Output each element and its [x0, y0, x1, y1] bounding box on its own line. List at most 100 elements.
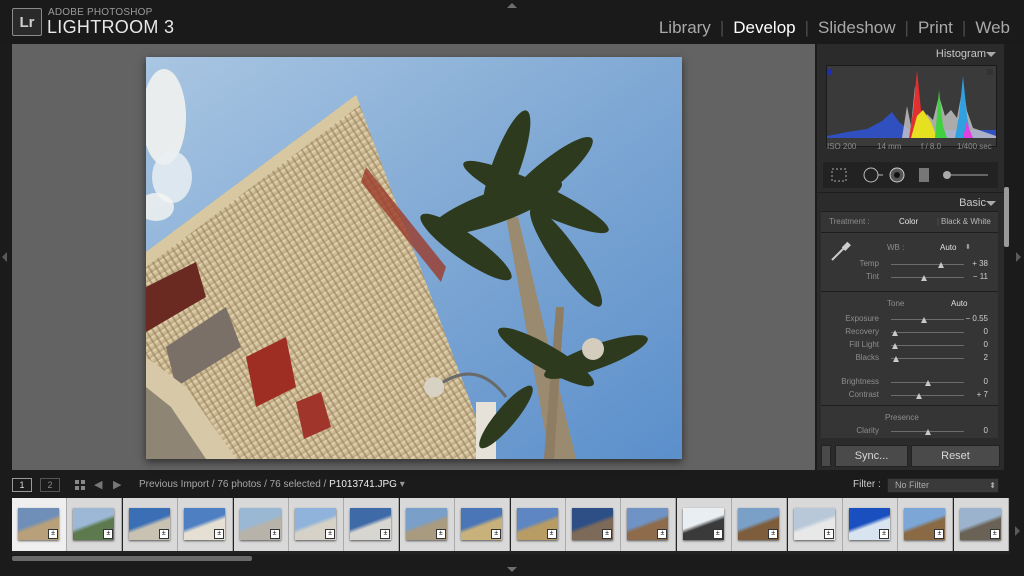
photo-preview[interactable] — [146, 57, 682, 459]
filmstrip-thumbnail[interactable]: ± — [455, 498, 511, 551]
current-filename: P1013741.JPG — [329, 479, 397, 490]
filmstrip-thumbnail[interactable]: ± — [344, 498, 400, 551]
slider-label: Recovery — [845, 327, 879, 336]
slider-value[interactable]: − 0.55 — [966, 314, 988, 323]
develop-adjusted-badge-icon: ± — [602, 529, 612, 539]
filmstrip-thumbnail[interactable]: ± — [566, 498, 621, 551]
filename-dropdown-icon[interactable]: ▾ — [397, 479, 405, 490]
filmstrip-thumbnail[interactable]: ± — [289, 498, 344, 551]
collapse-icon[interactable] — [986, 52, 996, 57]
slider-track[interactable] — [891, 332, 964, 333]
slider-value[interactable]: 0 — [984, 340, 988, 349]
previous-arrow-icon[interactable]: ◀ — [94, 478, 102, 491]
red-eye-icon[interactable] — [889, 167, 905, 183]
wb-dropdown[interactable]: Auto — [940, 243, 956, 252]
slider-row-temp[interactable]: Temp + 38 — [821, 259, 998, 271]
filmstrip-thumbnail[interactable]: ± — [233, 498, 289, 551]
filmstrip-thumbnail[interactable]: ± — [399, 498, 455, 551]
wb-dropdown-icon[interactable]: ⬍ — [965, 243, 971, 251]
slider-value[interactable]: + 7 — [977, 390, 988, 399]
histogram-graph[interactable] — [826, 65, 997, 147]
reset-button[interactable]: Reset — [911, 445, 1000, 467]
tone-auto-button[interactable]: Auto — [951, 299, 967, 308]
filmstrip-thumbnail[interactable]: ± — [621, 498, 677, 551]
collapse-icon[interactable] — [986, 201, 996, 206]
top-panel-toggle-icon[interactable] — [507, 3, 517, 8]
slider-thumb[interactable] — [937, 262, 944, 268]
slider-row-tint[interactable]: Tint − 11 — [821, 272, 998, 284]
histogram-header[interactable]: Histogram — [817, 44, 1004, 64]
slider-row-exposure[interactable]: Exposure − 0.55 — [821, 314, 998, 326]
filter-dropdown[interactable]: No Filter ⬍ — [887, 478, 999, 493]
slider-track[interactable] — [891, 345, 964, 346]
filmstrip-thumbnail[interactable]: ± — [178, 498, 234, 551]
filmstrip-thumbnail[interactable]: ± — [898, 498, 954, 551]
treatment-label: Treatment : — [829, 217, 870, 226]
slider-row-fill-light[interactable]: Fill Light 0 — [821, 340, 998, 352]
filmstrip-thumbnail[interactable]: ± — [732, 498, 788, 551]
graduated-filter-icon[interactable] — [919, 168, 929, 182]
grid-view-icon[interactable] — [75, 480, 85, 490]
filmstrip-thumbnail[interactable]: ± — [676, 498, 732, 551]
slider-thumb[interactable] — [924, 380, 931, 386]
filmstrip-thumbnail[interactable]: ± — [122, 498, 178, 551]
slider-track[interactable] — [891, 264, 964, 265]
treatment-color-option[interactable]: Color — [899, 217, 918, 226]
thumbnail-image: ± — [516, 508, 558, 540]
filmstrip-thumbnail[interactable]: ± — [510, 498, 566, 551]
slider-value[interactable]: − 11 — [973, 272, 988, 281]
adjustment-brush-icon[interactable] — [943, 171, 988, 179]
slider-track[interactable] — [891, 319, 964, 320]
right-panel-scrollbar[interactable] — [1004, 187, 1009, 247]
slider-value[interactable]: + 38 — [972, 259, 988, 268]
module-print[interactable]: Print — [918, 18, 953, 38]
slider-row-recovery[interactable]: Recovery 0 — [821, 327, 998, 339]
slider-thumb[interactable] — [891, 330, 898, 336]
slider-row-blacks[interactable]: Blacks 2 — [821, 353, 998, 365]
slider-track[interactable] — [891, 277, 964, 278]
next-arrow-icon[interactable]: ▶ — [113, 478, 121, 491]
module-separator: | — [719, 18, 725, 37]
module-slideshow[interactable]: Slideshow — [818, 18, 896, 38]
slider-thumb[interactable] — [924, 429, 931, 435]
slider-thumb[interactable] — [920, 275, 927, 281]
slider-thumb[interactable] — [893, 356, 900, 362]
treatment-bw-option[interactable]: Black & White — [941, 217, 991, 226]
basic-header[interactable]: Basic — [817, 192, 1004, 213]
sync-button[interactable]: Sync... — [835, 445, 908, 467]
slider-track[interactable] — [891, 395, 964, 396]
filmstrip-thumbnail[interactable]: ± — [843, 498, 898, 551]
slider-row-brightness[interactable]: Brightness 0 — [821, 377, 998, 389]
slider-label: Fill Light — [849, 340, 879, 349]
module-develop[interactable]: Develop — [733, 18, 795, 38]
slider-value[interactable]: 2 — [984, 353, 988, 362]
module-web[interactable]: Web — [975, 18, 1010, 38]
filmstrip-thumbnail[interactable]: ± — [67, 498, 123, 551]
secondary-view-button[interactable]: 2 — [40, 478, 60, 492]
bottom-panel-toggle-icon[interactable] — [507, 567, 517, 572]
slider-row-clarity[interactable]: Clarity 0 — [821, 426, 998, 438]
primary-view-button[interactable]: 1 — [12, 478, 32, 492]
slider-thumb[interactable] — [891, 343, 898, 349]
slider-track[interactable] — [891, 358, 964, 359]
slider-row-contrast[interactable]: Contrast + 7 — [821, 390, 998, 402]
right-panel-toggle-icon[interactable] — [1016, 252, 1021, 262]
sync-toggle-switch[interactable] — [821, 445, 831, 467]
crop-overlay-icon[interactable] — [831, 168, 847, 182]
slider-value[interactable]: 0 — [984, 426, 988, 435]
filmstrip-thumbnail[interactable]: ± — [787, 498, 843, 551]
filmstrip-scrollbar[interactable] — [12, 556, 252, 561]
filmstrip-thumbnail[interactable]: ± — [12, 498, 67, 551]
slider-thumb[interactable] — [920, 317, 927, 323]
filmstrip-thumbnail[interactable]: ± — [953, 498, 1009, 551]
source-path[interactable]: Previous Import / 76 photos / 76 selecte… — [139, 479, 405, 490]
slider-value[interactable]: 0 — [984, 377, 988, 386]
filmstrip-scroll-right-icon[interactable] — [1015, 526, 1020, 536]
slider-thumb[interactable] — [915, 393, 922, 399]
treatment-row: Treatment : Color | Black & White — [821, 211, 998, 232]
presence-label: Presence — [885, 413, 919, 422]
spot-removal-icon[interactable] — [863, 167, 883, 183]
slider-value[interactable]: 0 — [984, 327, 988, 336]
module-library[interactable]: Library — [659, 18, 711, 38]
left-panel-toggle-icon[interactable] — [2, 252, 7, 262]
